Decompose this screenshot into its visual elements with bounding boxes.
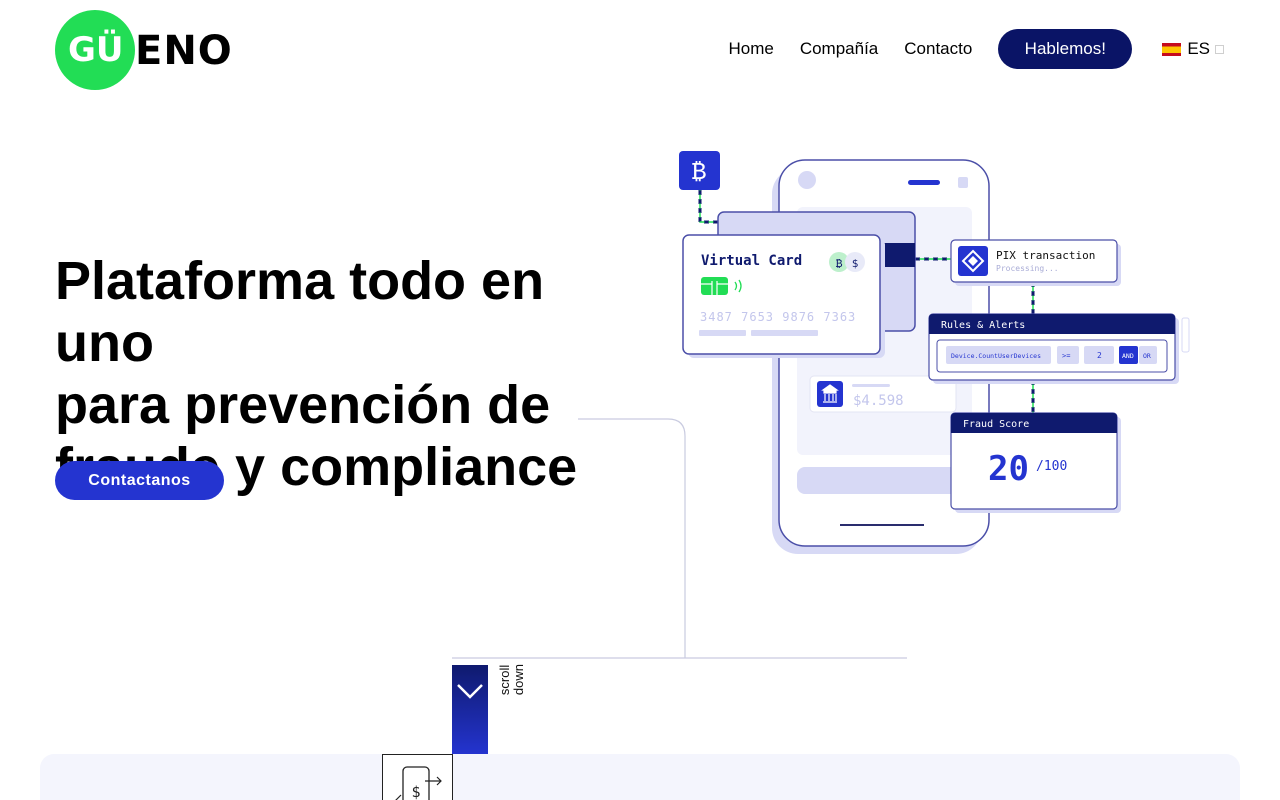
pix-status: Processing...	[996, 264, 1059, 273]
virtual-card-title: Virtual Card	[701, 253, 802, 269]
rules-operator: >=	[1062, 352, 1070, 360]
scroll-down-label: scroll down	[497, 664, 526, 696]
rules-or: OR	[1143, 352, 1151, 360]
next-section	[40, 754, 1240, 800]
scroll-label-line1: scroll	[497, 664, 512, 696]
rules-title: Rules & Alerts	[941, 320, 1025, 331]
hero-illustration: $4.598 ₿ Virtual Card ₿ $ 3487 7653 9876…	[679, 151, 1190, 554]
card-number: 3487 7653 9876 7363	[700, 310, 856, 324]
scroll-down-button[interactable]	[452, 665, 488, 755]
phone-dollar-icon: $	[395, 766, 442, 800]
pix-title: PIX transaction	[996, 249, 1095, 262]
svg-text:₿: ₿	[836, 257, 843, 270]
svg-text:₿: ₿	[692, 157, 706, 185]
svg-text:$: $	[411, 783, 420, 800]
fraud-score-title: Fraud Score	[963, 419, 1029, 430]
fraud-score-value: 20	[988, 449, 1029, 489]
payment-device-icon: $	[382, 754, 453, 800]
scroll-label-line2: down	[511, 664, 526, 696]
svg-text:$: $	[852, 257, 859, 270]
rules-and: AND	[1122, 352, 1134, 360]
lock-icon	[958, 177, 968, 188]
card-chip-icon	[701, 277, 728, 295]
phone-avatar-icon	[798, 171, 816, 189]
chevron-down-icon	[457, 684, 483, 699]
rules-field: Device.CountUserDevices	[951, 352, 1041, 360]
fraud-score-max: /100	[1036, 459, 1067, 474]
rules-value: 2	[1097, 351, 1102, 360]
balance-text: $4.598	[853, 393, 904, 409]
